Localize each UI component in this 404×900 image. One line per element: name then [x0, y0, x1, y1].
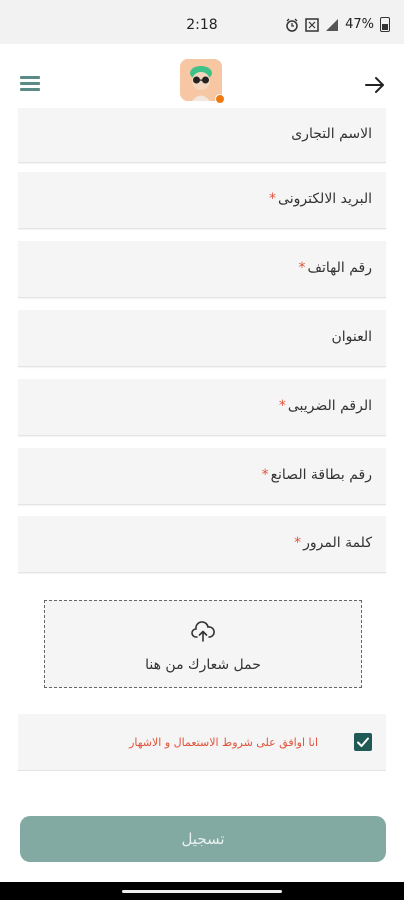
tax-number-field[interactable]: الرقم الضريبى*: [18, 379, 386, 436]
upload-cloud-icon: [191, 621, 215, 642]
required-mark: *: [298, 260, 306, 276]
required-mark: *: [294, 535, 302, 551]
field-label: العنوان: [331, 329, 372, 345]
field-label: البريد الالكترونى*: [269, 191, 372, 207]
avatar[interactable]: [180, 59, 225, 104]
required-mark: *: [269, 191, 277, 207]
terms-row: انا اوافق على شروط الاستعمال و الاشهار: [18, 714, 386, 771]
field-label: رقم بطاقة الصانع*: [261, 467, 372, 483]
battery-percent: 47%: [345, 17, 374, 32]
upload-logo-area[interactable]: حمل شعارك من هنا: [44, 600, 362, 688]
required-mark: *: [261, 467, 269, 483]
check-icon: [357, 737, 369, 747]
register-button[interactable]: تسجيل: [20, 816, 386, 862]
alarm-icon: [286, 18, 298, 32]
field-label: رقم الهاتف*: [298, 260, 372, 276]
menu-icon[interactable]: [20, 76, 40, 92]
status-dot: [215, 94, 225, 104]
email-field[interactable]: البريد الالكترونى*: [18, 172, 386, 229]
terms-checkbox[interactable]: [354, 733, 372, 751]
status-icons: 47%: [285, 17, 390, 32]
arrow-right-icon[interactable]: [364, 74, 386, 96]
field-label: الرقم الضريبى*: [278, 398, 372, 414]
address-field[interactable]: العنوان: [18, 310, 386, 367]
signal-icon: [326, 18, 339, 31]
manufacturer-card-field[interactable]: رقم بطاقة الصانع*: [18, 448, 386, 505]
password-field[interactable]: كلمة المرور*: [18, 516, 386, 573]
system-nav-bar: [0, 882, 404, 900]
status-bar: 2:18 47%: [0, 0, 404, 44]
nfc-icon: [305, 17, 319, 32]
field-label: كلمة المرور*: [294, 535, 372, 551]
trade-name-field[interactable]: الاسم التجارى: [18, 108, 386, 163]
field-label: الاسم التجارى: [291, 126, 372, 142]
upload-label: حمل شعارك من هنا: [145, 657, 261, 673]
terms-label[interactable]: انا اوافق على شروط الاستعمال و الاشهار: [129, 736, 318, 749]
required-mark: *: [278, 398, 286, 414]
home-handle[interactable]: [122, 890, 282, 893]
battery-icon: [380, 17, 390, 32]
phone-field[interactable]: رقم الهاتف*: [18, 241, 386, 298]
